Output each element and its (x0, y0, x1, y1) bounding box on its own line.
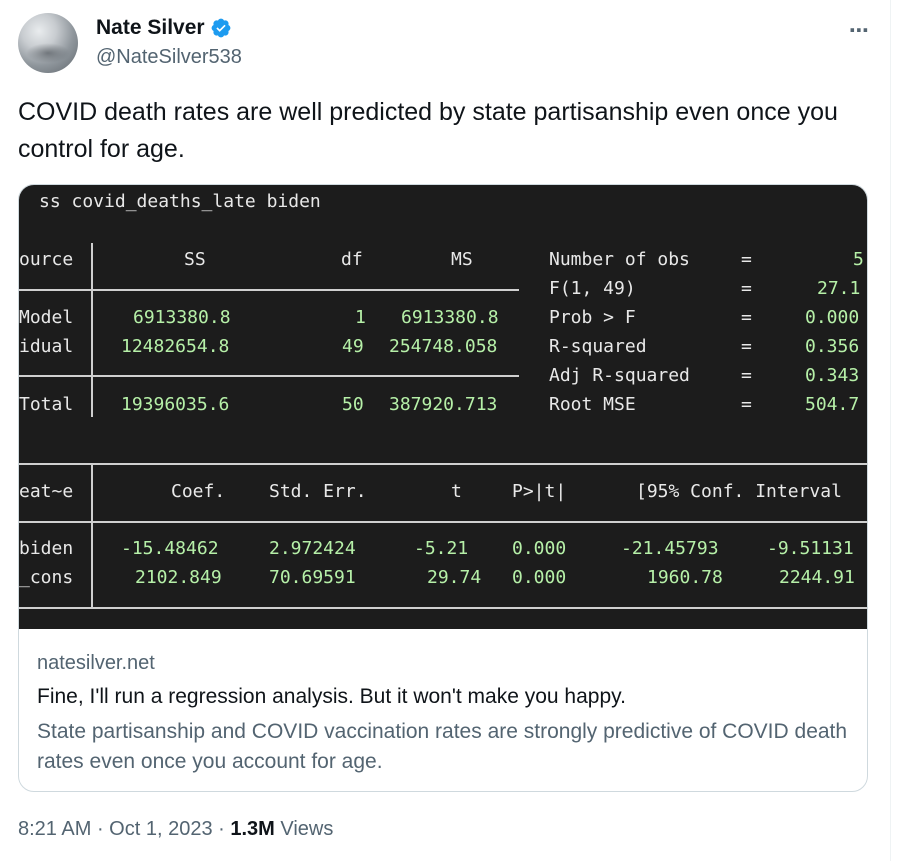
anova-ms: 254748.058 (389, 336, 498, 357)
table-rule (19, 521, 867, 523)
verified-badge-icon[interactable] (210, 17, 232, 39)
coef-value: -15.48462 (121, 538, 219, 559)
anova-source: idual (19, 336, 74, 357)
tweet-date[interactable]: Oct 1, 2023 (109, 818, 212, 840)
coef-t: 29.74 (427, 567, 482, 588)
regression-output-image: ss covid_deaths_late biden ource SS df M… (19, 185, 867, 629)
anova-ss: 6913380.8 (133, 307, 231, 328)
coef-var: biden (19, 538, 74, 559)
stat-label: Prob > F (549, 307, 636, 328)
stat-eq: = (741, 394, 752, 415)
coef-p: 0.000 (512, 538, 567, 559)
anova-df: 1 (355, 307, 366, 328)
anova-df: 50 (342, 394, 364, 415)
display-name[interactable]: Nate Silver (96, 16, 205, 40)
card-meta: natesilver.net Fine, I'll run a regressi… (37, 649, 857, 777)
stat-value: 0.356 (805, 336, 860, 357)
stat-label: Number of obs (549, 249, 690, 270)
anova-df: 49 (342, 336, 364, 357)
coef-col-se: Std. Err. (269, 481, 367, 502)
stat-eq: = (741, 365, 752, 386)
views-label: Views (274, 818, 334, 840)
author-name-row[interactable]: Nate Silver (96, 16, 232, 40)
stat-value: 5 (853, 249, 864, 270)
separator-dot: · (212, 818, 231, 840)
separator-dot: · (91, 818, 110, 840)
stat-value: 27.1 (817, 278, 861, 299)
tweet-header: Nate Silver @NateSilver538 ⋯ (18, 12, 870, 74)
card-domain: natesilver.net (37, 652, 155, 674)
stat-eq: = (741, 278, 752, 299)
more-options-icon[interactable]: ⋯ (849, 18, 870, 43)
anova-source: Total (19, 394, 74, 415)
anova-col-df: df (341, 249, 363, 270)
coef-col-p: P>|t| (512, 481, 567, 502)
author-handle[interactable]: @NateSilver538 (96, 46, 242, 69)
link-card[interactable]: ss covid_deaths_late biden ource SS df M… (18, 184, 868, 792)
coef-col-var: eat~e (19, 481, 74, 502)
coef-p: 0.000 (512, 567, 567, 588)
stat-label: Adj R-squared (549, 365, 690, 386)
anova-col-ss: SS (184, 249, 206, 270)
coef-value: 2102.849 (135, 567, 222, 588)
coef-ci-low: 1960.78 (647, 567, 723, 588)
coef-se: 70.69591 (269, 567, 356, 588)
coef-col-ci: [95% Conf. Interval (636, 481, 842, 502)
anova-ms: 6913380.8 (401, 307, 499, 328)
anova-col-ms: MS (451, 249, 473, 270)
table-rule (19, 463, 867, 465)
anova-col-source: ource (19, 249, 74, 270)
stat-eq: = (741, 249, 752, 270)
coef-ci-low: -21.45793 (621, 538, 719, 559)
anova-source: Model (19, 307, 74, 328)
coef-se: 2.972424 (269, 538, 356, 559)
table-divider (91, 243, 93, 417)
stat-value: 504.7 (805, 394, 860, 415)
anova-ss: 12482654.8 (121, 336, 230, 357)
coef-t: -5.21 (414, 538, 469, 559)
terminal-command: ss covid_deaths_late biden (39, 191, 321, 212)
views-count[interactable]: 1.3M (230, 818, 274, 840)
coef-ci-high: 2244.91 (779, 567, 855, 588)
table-rule (19, 289, 519, 291)
anova-ms: 387920.713 (389, 394, 498, 415)
coef-ci-high: -9.51131 (767, 538, 854, 559)
stat-label: F(1, 49) (549, 278, 636, 299)
card-description: State partisanship and COVID vaccination… (37, 720, 848, 773)
stat-label: Root MSE (549, 394, 636, 415)
table-divider (91, 465, 93, 607)
column-border (890, 0, 891, 861)
avatar[interactable] (18, 13, 78, 73)
tweet-footer: 8:21 AM · Oct 1, 2023 · 1.3M Views (18, 818, 333, 841)
stat-eq: = (741, 307, 752, 328)
table-rule (19, 375, 519, 377)
card-title: Fine, I'll run a regression analysis. Bu… (37, 685, 626, 708)
table-rule (19, 607, 867, 609)
tweet-text: COVID death rates are well predicted by … (18, 98, 838, 163)
coef-var: _cons (19, 567, 74, 588)
stat-eq: = (741, 336, 752, 357)
coef-col-coef: Coef. (171, 481, 226, 502)
stat-value: 0.000 (805, 307, 860, 328)
anova-ss: 19396035.6 (121, 394, 230, 415)
stat-label: R-squared (549, 336, 647, 357)
coef-col-t: t (451, 481, 462, 502)
stat-value: 0.343 (805, 365, 860, 386)
tweet-time[interactable]: 8:21 AM (18, 818, 91, 840)
